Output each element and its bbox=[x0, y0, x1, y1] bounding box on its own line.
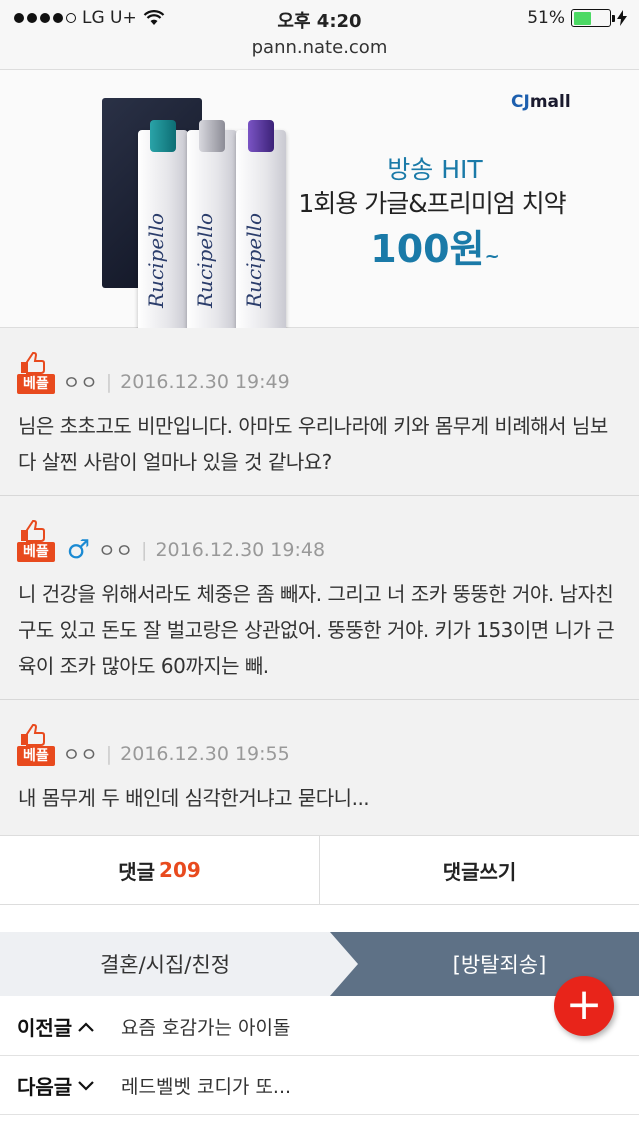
previous-post-label: 이전글 bbox=[17, 1012, 121, 1041]
battery-percent: 51% bbox=[527, 8, 565, 28]
comment-item: 베플 ♂ ㅇㅇ | 2016.12.30 19:48 니 건강을 위해서라도 체… bbox=[0, 496, 639, 700]
comment-text: 니 건강을 위해서라도 체중은 좀 빼자. 그리고 너 조카 뚱뚱한 거야. 남… bbox=[18, 582, 615, 678]
comment-text: 내 몸무게 두 배인데 심각한거냐고 묻다니... bbox=[18, 786, 370, 810]
write-comment-button[interactable]: 댓글쓰기 bbox=[319, 836, 639, 904]
comments-count: 209 bbox=[159, 858, 201, 882]
comment-meta: 베플 ㅇㅇ | 2016.12.30 19:55 bbox=[17, 722, 290, 767]
ad-banner[interactable]: Rucipello Rucipello Rucipello CJmall 방송 … bbox=[0, 70, 639, 378]
ad-subheadline: 1회용 가글&프리미엄 치약 bbox=[298, 189, 566, 218]
comment-item: 베플 ㅇㅇ | 2016.12.30 19:55 내 몸무게 두 배인데 심각한… bbox=[0, 700, 639, 835]
best-badge-group: 베플 bbox=[17, 519, 55, 562]
ad-headline: 방송 HIT bbox=[387, 155, 483, 184]
chevron-up-icon bbox=[78, 1021, 94, 1032]
comment-author[interactable]: ㅇㅇ bbox=[63, 368, 98, 395]
thumbs-up-icon bbox=[21, 519, 45, 542]
charging-bolt-icon bbox=[617, 10, 627, 26]
comment-text: 님은 초초고도 비만입니다. 아마도 우리나라에 키와 몸무게 비례해서 님보다… bbox=[18, 414, 608, 474]
comment-timestamp: 2016.12.30 19:49 bbox=[120, 370, 290, 393]
comments-label: 댓글 bbox=[118, 859, 156, 884]
cutoff-content-row bbox=[0, 1116, 639, 1138]
write-comment-label: 댓글쓰기 bbox=[442, 859, 517, 884]
breadcrumb-arrow-icon bbox=[330, 932, 358, 996]
category-current-label: [방탈죄송] bbox=[452, 953, 547, 977]
thumbs-up-icon bbox=[21, 723, 45, 746]
male-gender-icon: ♂ bbox=[66, 534, 91, 565]
comment-author[interactable]: ㅇㅇ bbox=[63, 740, 98, 767]
best-comment-badge: 베플 bbox=[17, 373, 55, 394]
address-bar[interactable]: pann.nate.com bbox=[0, 36, 639, 70]
comment-meta: 베플 ♂ ㅇㅇ | 2016.12.30 19:48 bbox=[17, 518, 325, 563]
comment-timestamp: 2016.12.30 19:55 bbox=[120, 742, 290, 765]
comment-author[interactable]: ㅇㅇ bbox=[98, 536, 133, 563]
status-bar: LG U+ 오후 4:20 51% bbox=[0, 0, 639, 36]
next-post-label: 다음글 bbox=[17, 1071, 121, 1100]
battery-icon bbox=[571, 9, 615, 27]
previous-post-link[interactable]: 이전글 요즘 호감가는 아이돌 bbox=[0, 998, 639, 1056]
best-badge-group: 베플 bbox=[17, 351, 55, 394]
ad-price: 100원~ bbox=[370, 227, 500, 271]
ad-brand-logo: CJmall bbox=[511, 92, 571, 112]
page-url: pann.nate.com bbox=[251, 37, 388, 58]
comment-meta: 베플 ㅇㅇ | 2016.12.30 19:49 bbox=[17, 350, 290, 395]
best-badge-group: 베플 bbox=[17, 723, 55, 766]
comment-item: 베플 ㅇㅇ | 2016.12.30 19:49 님은 초초고도 비만입니다. … bbox=[0, 328, 639, 496]
previous-post-title: 요즘 호감가는 아이돌 bbox=[121, 1017, 291, 1039]
thumbs-up-icon bbox=[21, 351, 45, 374]
chevron-down-icon bbox=[78, 1080, 94, 1091]
next-post-link[interactable]: 다음글 레드벨벳 코디가 또... bbox=[0, 1057, 639, 1115]
view-comments-button[interactable]: 댓글 209 bbox=[0, 836, 319, 904]
battery-status: 51% bbox=[527, 8, 627, 28]
category-breadcrumb: 결혼/시집/친정 [방탈죄송] bbox=[0, 932, 639, 996]
comment-action-bar: 댓글 209 댓글쓰기 bbox=[0, 835, 639, 905]
category-parent-link[interactable]: 결혼/시집/친정 bbox=[0, 932, 330, 996]
comment-timestamp: 2016.12.30 19:48 bbox=[155, 538, 326, 561]
best-comment-badge: 베플 bbox=[17, 745, 55, 766]
battery-level bbox=[573, 11, 592, 25]
next-post-title: 레드벨벳 코디가 또... bbox=[121, 1076, 292, 1098]
write-post-fab-button[interactable]: + bbox=[554, 976, 614, 1036]
best-comments-list: 베플 ㅇㅇ | 2016.12.30 19:49 님은 초초고도 비만입니다. … bbox=[0, 328, 639, 835]
best-comment-badge: 베플 bbox=[17, 541, 55, 562]
